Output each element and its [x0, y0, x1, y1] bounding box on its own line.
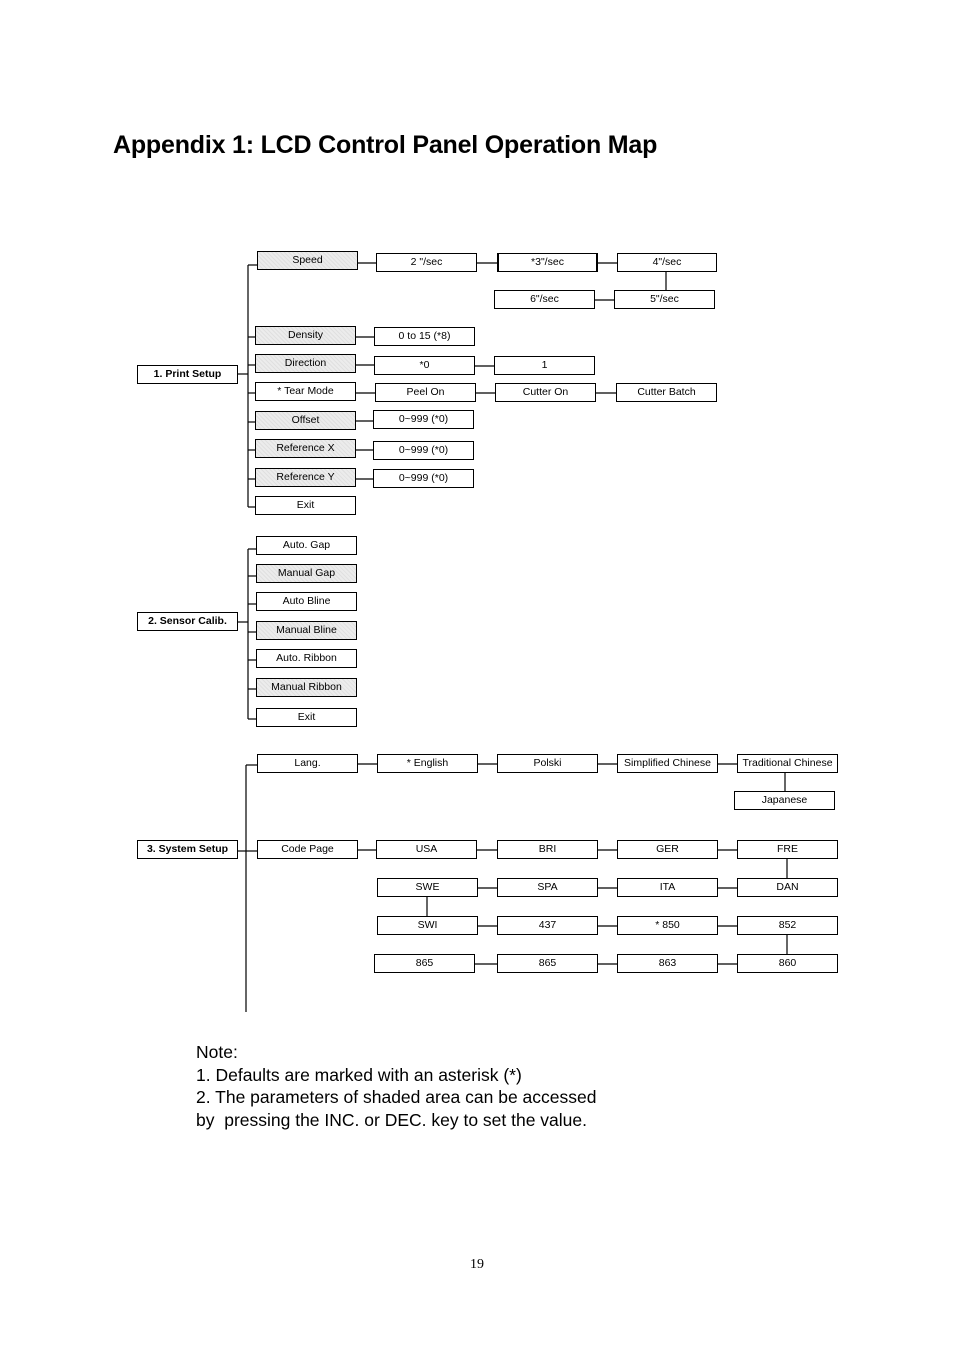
- sensor-calib-root[interactable]: 2. Sensor Calib.: [137, 612, 238, 631]
- lang-option[interactable]: Traditional Chinese: [737, 754, 838, 773]
- speed-option[interactable]: 4"/sec: [617, 253, 717, 272]
- code-page-option[interactable]: 860: [737, 954, 838, 973]
- page-number: 19: [470, 1257, 484, 1272]
- code-page-option[interactable]: 865: [497, 954, 598, 973]
- code-page-option[interactable]: SWE: [377, 878, 478, 897]
- sensor-item-auto-bline[interactable]: Auto Bline: [256, 592, 357, 611]
- sensor-item-manual-gap[interactable]: Manual Gap: [256, 564, 357, 583]
- code-page-option[interactable]: 852: [737, 916, 838, 935]
- sensor-item-auto-ribbon[interactable]: Auto. Ribbon: [256, 649, 357, 668]
- speed-option[interactable]: 5"/sec: [614, 290, 715, 309]
- lang-option[interactable]: Simplified Chinese: [617, 754, 718, 773]
- code-page-option[interactable]: USA: [376, 840, 477, 859]
- reference-x-item[interactable]: Reference X: [255, 439, 356, 458]
- code-page-item[interactable]: Code Page: [257, 840, 358, 859]
- speed-option[interactable]: 2 "/sec: [376, 253, 477, 272]
- code-page-option[interactable]: 437: [497, 916, 598, 935]
- direction-option[interactable]: *0: [374, 356, 475, 375]
- density-option[interactable]: 0 to 15 (*8): [374, 327, 475, 346]
- code-page-option[interactable]: DAN: [737, 878, 838, 897]
- code-page-option[interactable]: * 850: [617, 916, 718, 935]
- note-line: 1. Defaults are marked with an asterisk …: [196, 1064, 522, 1085]
- tear-mode-item[interactable]: * Tear Mode: [255, 382, 356, 401]
- offset-item[interactable]: Offset: [255, 411, 356, 430]
- density-item[interactable]: Density: [255, 326, 356, 345]
- code-page-option[interactable]: 863: [617, 954, 718, 973]
- lang-item[interactable]: Lang.: [257, 754, 358, 773]
- direction-option[interactable]: 1: [494, 356, 595, 375]
- sensor-item-manual-ribbon[interactable]: Manual Ribbon: [256, 678, 357, 697]
- connector-lines: [237, 262, 788, 1012]
- sensor-item-auto-gap[interactable]: Auto. Gap: [256, 536, 357, 555]
- tear-mode-option[interactable]: Cutter On: [495, 383, 596, 402]
- code-page-option[interactable]: BRI: [497, 840, 598, 859]
- lang-option[interactable]: * English: [377, 754, 478, 773]
- tear-mode-option[interactable]: Peel On: [375, 383, 476, 402]
- code-page-option[interactable]: FRE: [737, 840, 838, 859]
- speed-option[interactable]: 6"/sec: [494, 290, 595, 309]
- notes: Note: 1. Defaults are marked with an ast…: [196, 1041, 596, 1131]
- system-setup-root[interactable]: 3. System Setup: [137, 840, 238, 859]
- sensor-item-exit[interactable]: Exit: [256, 708, 357, 727]
- note-heading: Note:: [196, 1042, 238, 1062]
- print-setup-root[interactable]: 1. Print Setup: [137, 365, 238, 384]
- code-page-option[interactable]: 865: [374, 954, 475, 973]
- reference-y-item[interactable]: Reference Y: [255, 468, 356, 487]
- code-page-option[interactable]: SPA: [497, 878, 598, 897]
- code-page-option[interactable]: GER: [617, 840, 718, 859]
- reference-x-option[interactable]: 0~999 (*0): [373, 441, 474, 460]
- print-setup-exit[interactable]: Exit: [255, 496, 356, 515]
- offset-option[interactable]: 0~999 (*0): [373, 410, 474, 429]
- lang-option[interactable]: Polski: [497, 754, 598, 773]
- direction-item[interactable]: Direction: [255, 354, 356, 373]
- lang-option[interactable]: Japanese: [734, 791, 835, 810]
- code-page-option[interactable]: ITA: [617, 878, 718, 897]
- note-line: 2. The parameters of shaded area can be …: [196, 1087, 597, 1107]
- tear-mode-option[interactable]: Cutter Batch: [616, 383, 717, 402]
- note-line: by pressing the INC. or DEC. key to set …: [196, 1109, 588, 1130]
- sensor-item-manual-bline[interactable]: Manual Bline: [256, 621, 357, 640]
- speed-option[interactable]: *3"/sec: [497, 253, 598, 272]
- reference-y-option[interactable]: 0~999 (*0): [373, 469, 474, 488]
- speed-item[interactable]: Speed: [257, 251, 358, 270]
- code-page-option[interactable]: SWI: [377, 916, 478, 935]
